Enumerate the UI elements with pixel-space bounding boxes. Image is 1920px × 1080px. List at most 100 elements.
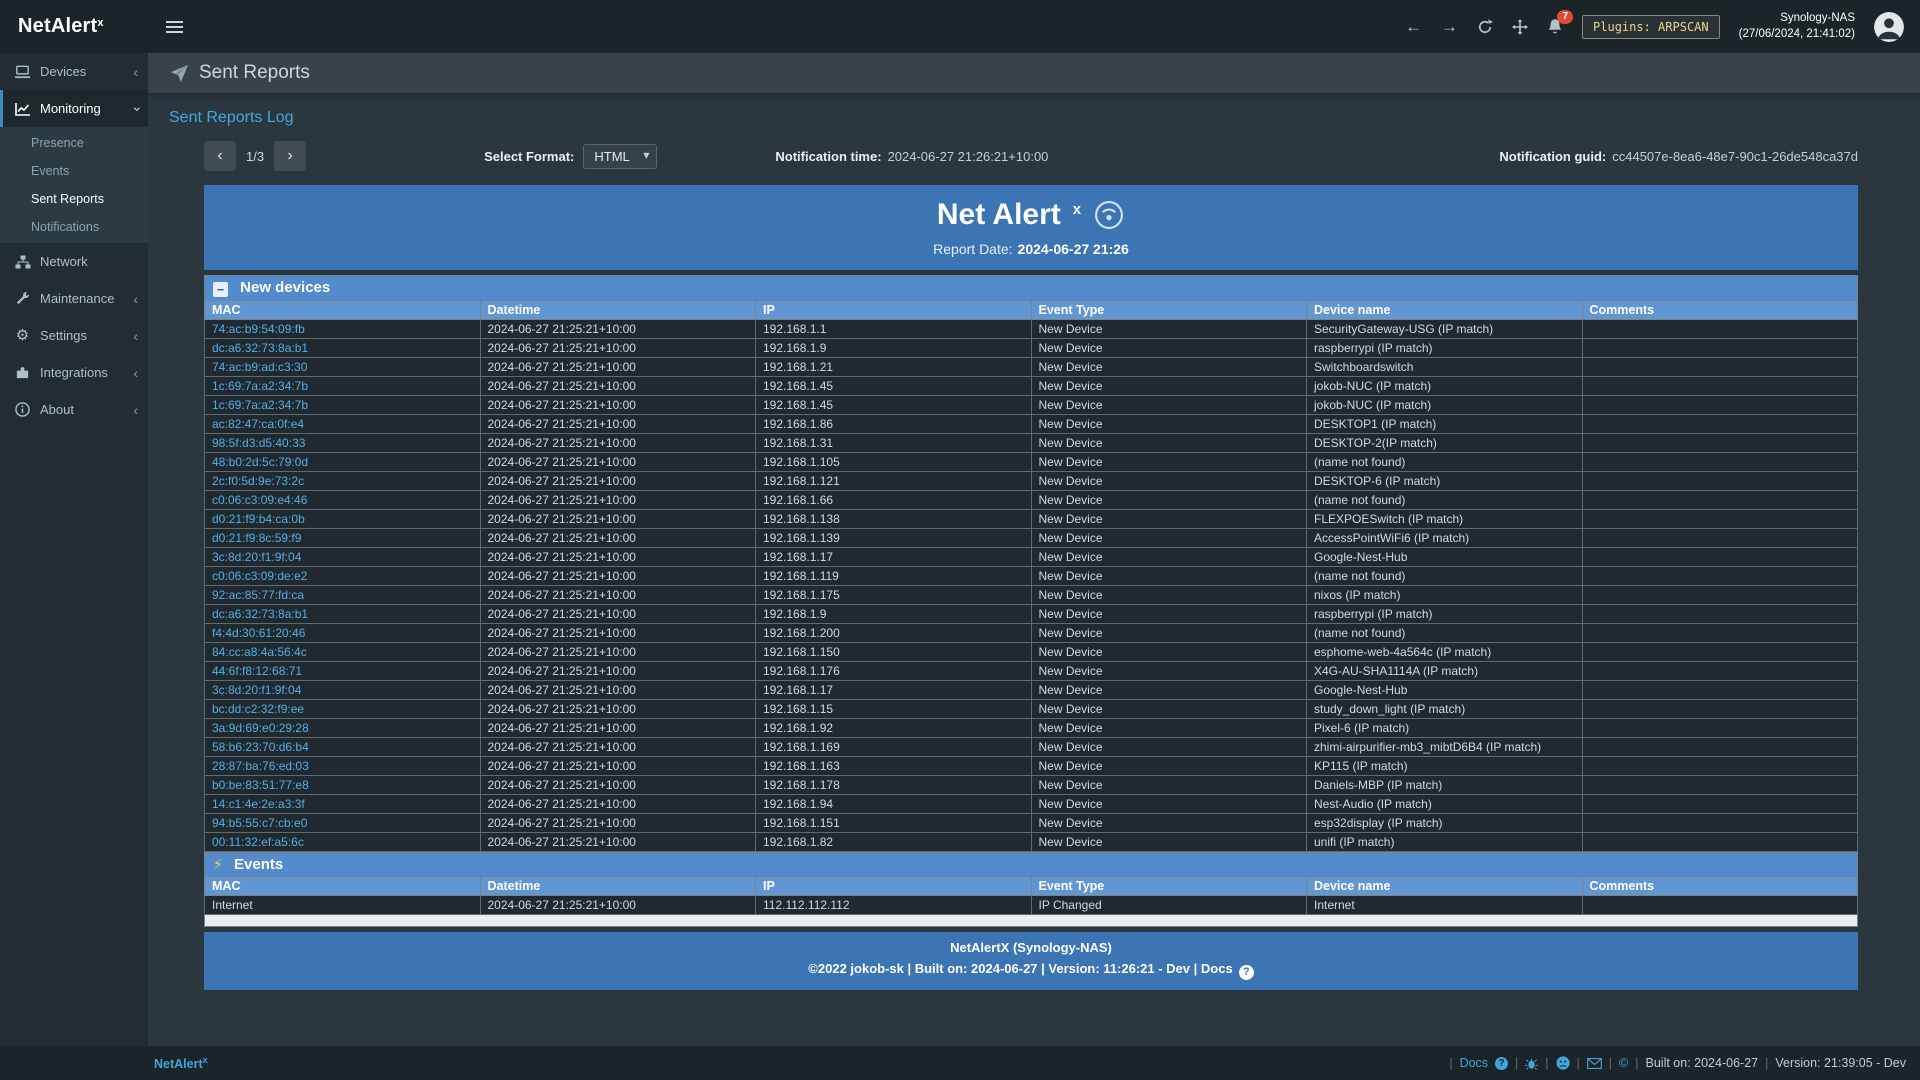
gear-icon: ⚙	[14, 328, 31, 343]
mac-cell[interactable]: f4:4d:30:61:20:46	[205, 624, 481, 643]
sidebar-item-maintenance[interactable]: Maintenance ‹	[0, 280, 148, 317]
mac-link[interactable]: 92:ac:85:77:fd:ca	[212, 588, 304, 602]
mac-cell[interactable]: 92:ac:85:77:fd:ca	[205, 586, 481, 605]
mac-link[interactable]: 3c:8d:20:f1:9f:04	[212, 683, 301, 697]
page-title: Sent Reports	[199, 62, 310, 84]
mac-cell[interactable]: 74:ac:b9:54:09:fb	[205, 320, 481, 339]
comments-cell	[1582, 719, 1858, 738]
mac-link[interactable]: 94:b5:55:c7:cb:e0	[212, 816, 307, 830]
back-arrow-icon[interactable]: ←	[1405, 18, 1422, 35]
mac-cell[interactable]: 14:c1:4e:2e:a3:3f	[205, 795, 481, 814]
new-devices-icon: −	[213, 282, 228, 297]
mac-cell[interactable]: c0:06:c3:09:de:e2	[205, 567, 481, 586]
mac-link[interactable]: 44:6f:f8:12:68:71	[212, 664, 302, 678]
table-row: 74:ac:b9:54:09:fb2024-06-27 21:25:21+10:…	[205, 320, 1858, 339]
mac-link[interactable]: 74:ac:b9:54:09:fb	[212, 322, 305, 336]
copyright-icon[interactable]: ©	[1619, 1056, 1628, 1070]
ip-cell: 192.168.1.17	[756, 681, 1032, 700]
mac-link[interactable]: b0:be:83:51:77:e8	[212, 778, 309, 792]
user-avatar[interactable]	[1874, 12, 1904, 42]
footer-brand[interactable]: NetAlertx	[154, 1055, 208, 1071]
mac-link[interactable]: 74:ac:b9:ad:c3:30	[212, 360, 307, 374]
prev-page-button[interactable]: ‹	[204, 141, 236, 171]
mac-cell[interactable]: b0:be:83:51:77:e8	[205, 776, 481, 795]
plugins-arpscan-button[interactable]: Plugins: ARPSCAN	[1582, 15, 1720, 39]
mac-cell[interactable]: 74:ac:b9:ad:c3:30	[205, 358, 481, 377]
format-select[interactable]: HTML	[583, 144, 657, 169]
mac-link[interactable]: dc:a6:32:73:8a:b1	[212, 607, 308, 621]
mac-link[interactable]: 1c:69:7a:a2:34:7b	[212, 398, 308, 412]
notification-time-label: Notification time:	[775, 149, 881, 164]
mac-cell[interactable]: bc:dd:c2:32:f9:ee	[205, 700, 481, 719]
mac-cell[interactable]: 3c:8d:20:f1:9f:04	[205, 548, 481, 567]
sidebar-toggle-button[interactable]	[148, 21, 201, 33]
mac-cell[interactable]: 44:6f:f8:12:68:71	[205, 662, 481, 681]
mac-cell[interactable]: 84:cc:a8:4a:56:4c	[205, 643, 481, 662]
footer-docs-link[interactable]: Docs	[1460, 1056, 1488, 1070]
mac-link[interactable]: 84:cc:a8:4a:56:4c	[212, 645, 307, 659]
sidebar-item-settings[interactable]: ⚙ Settings ‹	[0, 317, 148, 354]
sidebar-item-notifications[interactable]: Notifications	[0, 213, 148, 241]
mac-link[interactable]: c0:06:c3:09:e4:46	[212, 493, 307, 507]
mac-cell[interactable]: 3a:9d:69:e0:29:28	[205, 719, 481, 738]
table-row: b0:be:83:51:77:e82024-06-27 21:25:21+10:…	[205, 776, 1858, 795]
sidebar-item-presence[interactable]: Presence	[0, 129, 148, 157]
mac-link[interactable]: f4:4d:30:61:20:46	[212, 626, 305, 640]
mac-link[interactable]: c0:06:c3:09:de:e2	[212, 569, 307, 583]
mac-link[interactable]: 00:11:32:ef:a5:6c	[212, 835, 304, 849]
mac-link[interactable]: ac:82:47:ca:0f:e4	[212, 417, 304, 431]
sidebar-item-network[interactable]: Network	[0, 243, 148, 280]
mac-link[interactable]: 14:c1:4e:2e:a3:3f	[212, 797, 305, 811]
mac-cell[interactable]: d0:21:f9:b4:ca:0b	[205, 510, 481, 529]
mac-link[interactable]: 3a:9d:69:e0:29:28	[212, 721, 309, 735]
sidebar-item-about[interactable]: About ‹	[0, 391, 148, 428]
mac-link[interactable]: 48:b0:2d:5c:79:0d	[212, 455, 308, 469]
forward-arrow-icon[interactable]: →	[1441, 18, 1458, 35]
mac-link[interactable]: d0:21:f9:b4:ca:0b	[212, 512, 305, 526]
bug-report-icon[interactable]	[1525, 1057, 1538, 1070]
mac-cell[interactable]: c0:06:c3:09:e4:46	[205, 491, 481, 510]
sidebar-item-devices[interactable]: Devices ‹	[0, 53, 148, 90]
question-circle-icon[interactable]: ?	[1239, 965, 1254, 980]
mac-link[interactable]: bc:dd:c2:32:f9:ee	[212, 702, 304, 716]
mac-cell[interactable]: 94:b5:55:c7:cb:e0	[205, 814, 481, 833]
question-circle-icon[interactable]: ?	[1495, 1057, 1508, 1070]
mac-cell[interactable]: 1c:69:7a:a2:34:7b	[205, 377, 481, 396]
mac-cell[interactable]: dc:a6:32:73:8a:b1	[205, 605, 481, 624]
mac-cell[interactable]: 28:87:ba:76:ed:03	[205, 757, 481, 776]
next-page-button[interactable]: ›	[274, 141, 306, 171]
mac-cell[interactable]: dc:a6:32:73:8a:b1	[205, 339, 481, 358]
mac-cell[interactable]: 1c:69:7a:a2:34:7b	[205, 396, 481, 415]
sidebar-item-monitoring[interactable]: Monitoring ‹	[0, 90, 148, 127]
event-type-cell: New Device	[1031, 700, 1307, 719]
mac-cell[interactable]: d0:21:f9:8c:59:f9	[205, 529, 481, 548]
move-arrows-icon[interactable]	[1512, 19, 1528, 35]
sidebar-item-events[interactable]: Events	[0, 157, 148, 185]
refresh-icon[interactable]	[1477, 19, 1493, 35]
mac-link[interactable]: 2c:f0:5d:9e:73:2c	[212, 474, 304, 488]
sidebar-label-maintenance: Maintenance	[40, 291, 114, 306]
mac-cell[interactable]: 3c:8d:20:f1:9f:04	[205, 681, 481, 700]
mac-cell[interactable]: 2c:f0:5d:9e:73:2c	[205, 472, 481, 491]
sidebar-item-sent-reports[interactable]: Sent Reports	[0, 185, 148, 213]
mac-cell[interactable]: ac:82:47:ca:0f:e4	[205, 415, 481, 434]
mac-cell[interactable]: 48:b0:2d:5c:79:0d	[205, 453, 481, 472]
notifications-bell-icon[interactable]: 7	[1547, 18, 1563, 35]
mac-link[interactable]: 98:5f:d3:d5:40:33	[212, 436, 305, 450]
mac-link[interactable]: 58:b6:23:70:d6:b4	[212, 740, 309, 754]
mac-cell[interactable]: 98:5f:d3:d5:40:33	[205, 434, 481, 453]
brand-logo[interactable]: NetAlertx	[0, 0, 148, 53]
github-icon[interactable]	[1556, 1056, 1570, 1070]
mail-icon[interactable]	[1587, 1058, 1602, 1069]
datetime-cell: 2024-06-27 21:25:21+10:00	[480, 396, 756, 415]
mac-link[interactable]: 28:87:ba:76:ed:03	[212, 759, 309, 773]
mac-link[interactable]: 3c:8d:20:f1:9f:04	[212, 550, 301, 564]
chevron-left-icon: ‹	[133, 403, 138, 417]
sidebar-item-integrations[interactable]: Integrations ‹	[0, 354, 148, 391]
mac-link[interactable]: dc:a6:32:73:8a:b1	[212, 341, 308, 355]
notification-count-badge: 7	[1557, 10, 1573, 24]
mac-link[interactable]: d0:21:f9:8c:59:f9	[212, 531, 301, 545]
mac-cell[interactable]: 00:11:32:ef:a5:6c	[205, 833, 481, 852]
mac-cell[interactable]: 58:b6:23:70:d6:b4	[205, 738, 481, 757]
mac-link[interactable]: 1c:69:7a:a2:34:7b	[212, 379, 308, 393]
